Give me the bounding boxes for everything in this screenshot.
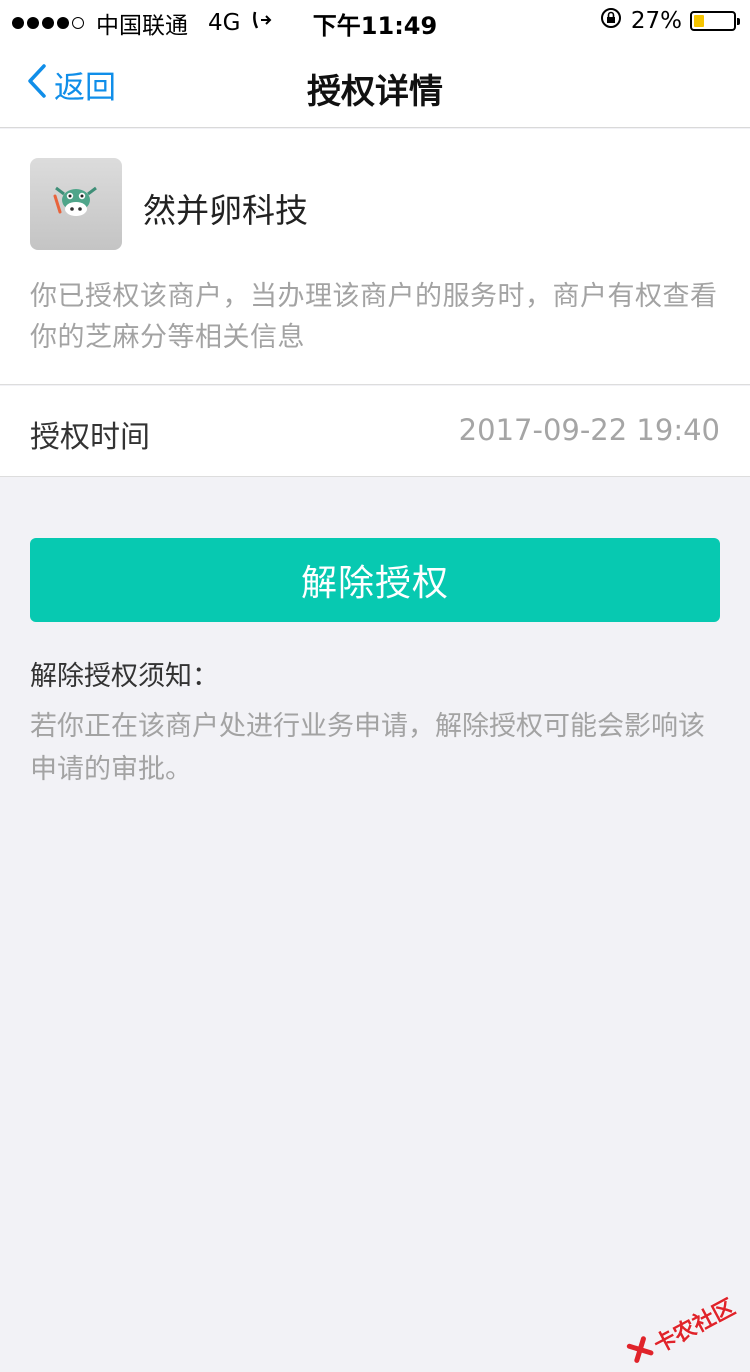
cow-icon: [50, 182, 102, 226]
watermark-text: 卡农社区: [647, 1290, 740, 1360]
battery-percent: 27%: [631, 8, 682, 34]
status-right: 27%: [599, 6, 736, 36]
auth-time-row: 授权时间 2017-09-22 19:40: [0, 386, 750, 477]
merchant-name: 然并卵科技: [143, 184, 308, 232]
auth-time-label: 授权时间: [30, 412, 150, 456]
battery-level: [694, 15, 704, 27]
merchant-card: 然并卵科技 你已授权该商户，当办理该商户的服务时，商户有权查看你的芝麻分等相关信…: [0, 129, 750, 385]
page-title: 授权详情: [0, 64, 750, 113]
battery-icon: [690, 11, 736, 31]
revoke-authorization-button[interactable]: 解除授权: [30, 538, 720, 622]
notice-text: 若你正在该商户处进行业务申请，解除授权可能会影响该申请的审批。: [30, 705, 720, 791]
merchant-logo: [30, 158, 122, 250]
merchant-description: 你已授权该商户，当办理该商户的服务时，商户有权查看你的芝麻分等相关信息: [30, 276, 725, 358]
notice-title: 解除授权须知：: [30, 654, 219, 693]
rotation-lock-icon: [599, 6, 623, 36]
watermark-logo: 卡农社区: [624, 1290, 740, 1372]
nav-bar: 返回 授权详情: [0, 40, 750, 128]
auth-time-value: 2017-09-22 19:40: [459, 413, 720, 447]
status-bar: 中国联通 4G 下午11:49 27%: [0, 0, 750, 40]
